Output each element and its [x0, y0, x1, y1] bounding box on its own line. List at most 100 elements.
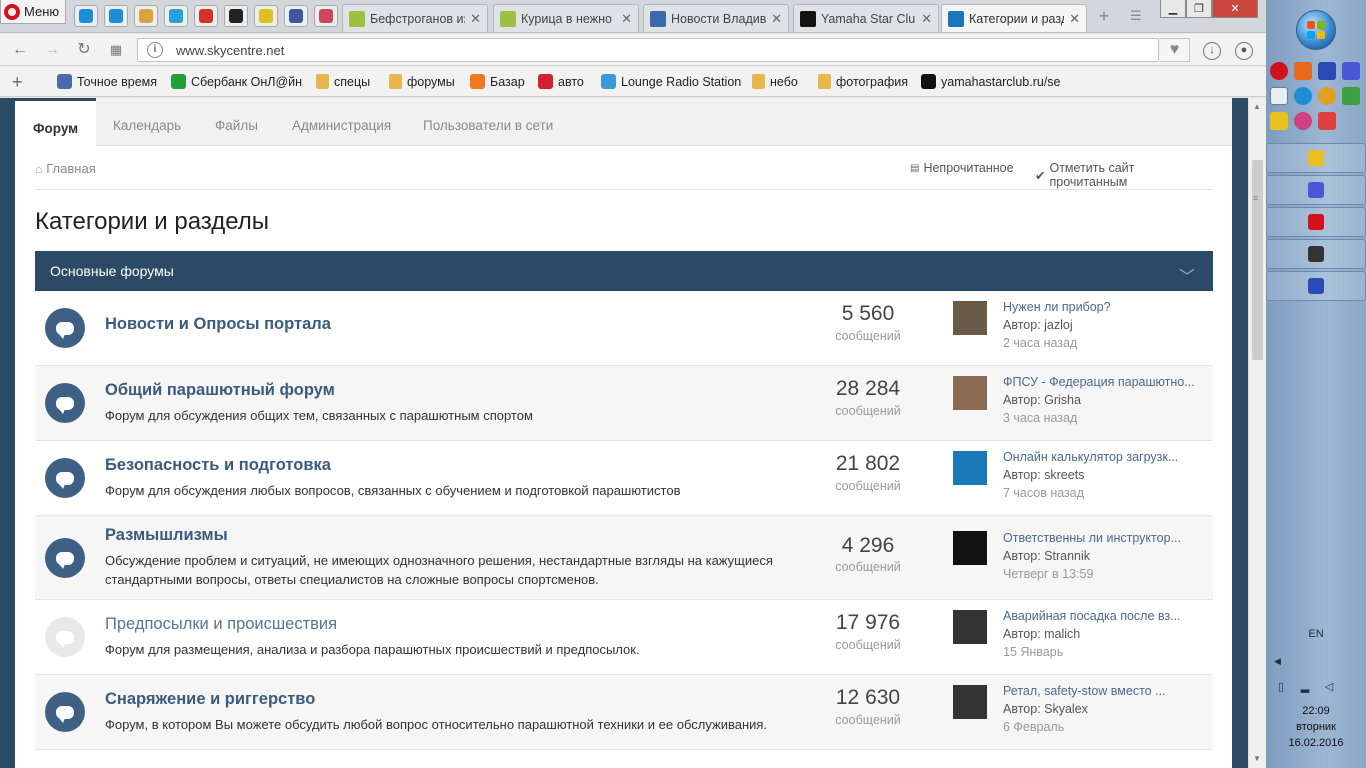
document-icon[interactable]	[1270, 87, 1288, 105]
browser-tab[interactable]: Курица в нежно ✕	[493, 4, 639, 32]
close-window-button[interactable]: ✕	[1212, 0, 1258, 18]
collapse-chevron-icon[interactable]: ﹀	[1179, 263, 1195, 287]
folder-icon[interactable]	[1270, 112, 1288, 130]
forum-title-link[interactable]: Размышлизмы	[105, 526, 228, 545]
tab-close-icon[interactable]: ✕	[621, 11, 632, 27]
breadcrumb[interactable]: ⌂ Главная	[35, 161, 96, 176]
forum-title-link[interactable]: Общий парашютный форум	[105, 381, 335, 400]
scroll-up-arrow[interactable]: ▲	[1253, 102, 1261, 111]
taskbar-app-button[interactable]	[1266, 271, 1366, 301]
nav-administration[interactable]: Администрация	[292, 118, 391, 133]
mark-read-link[interactable]: ✔ Отметить сайт прочитанным	[1035, 161, 1213, 189]
app-icon[interactable]	[1294, 62, 1312, 80]
account-icon[interactable]: ●	[1235, 42, 1253, 60]
skype-icon[interactable]	[1294, 87, 1312, 105]
taskbar-app-button[interactable]	[1266, 207, 1366, 237]
address-field[interactable]: i www.skycentre.net	[137, 38, 1159, 62]
speed-dial-tab[interactable]	[194, 5, 218, 27]
breadcrumb-home[interactable]: Главная	[46, 161, 95, 176]
battery-icon[interactable]: ▯	[1274, 680, 1288, 694]
scrollbar-thumb[interactable]	[1252, 160, 1263, 360]
bookmark-heart-icon[interactable]: ♥	[1160, 38, 1190, 62]
nav-forum[interactable]: Форум	[15, 98, 97, 146]
tab-close-icon[interactable]: ✕	[470, 11, 481, 27]
mark-read-label[interactable]: Отметить сайт прочитанным	[1049, 161, 1213, 189]
start-button[interactable]	[1296, 10, 1336, 50]
last-post-author[interactable]: Автор: Strannik	[1003, 549, 1090, 563]
last-post-title-link[interactable]: Ретал, safety-stow вместо ...	[1003, 684, 1203, 698]
site-info-icon[interactable]: i	[147, 42, 163, 58]
last-post-author[interactable]: Автор: Skyalex	[1003, 702, 1088, 716]
download-icon[interactable]: ↓	[1203, 42, 1221, 60]
new-tab-button[interactable]: +	[1096, 7, 1112, 25]
avatar[interactable]	[953, 531, 987, 565]
avatar[interactable]	[953, 301, 987, 335]
forum-title-link[interactable]: Предпосылки и происшествия	[105, 615, 337, 634]
taskbar-app-button[interactable]	[1266, 143, 1366, 173]
maximize-button[interactable]: ❐	[1186, 0, 1212, 18]
bookmark-item[interactable]: yamahastarclub.ru/se	[921, 74, 1061, 89]
tab-close-icon[interactable]: ✕	[771, 11, 782, 27]
last-post-title-link[interactable]: Аварийная посадка после вз...	[1003, 609, 1203, 623]
last-post-title-link[interactable]: Онлайн калькулятор загрузк...	[1003, 450, 1203, 464]
bookmark-item[interactable]: Точное время	[57, 74, 157, 89]
opera-menu-button[interactable]: Меню	[0, 0, 66, 24]
back-button[interactable]: ←	[10, 40, 30, 60]
forward-button[interactable]: →	[42, 40, 62, 60]
bookmark-folder[interactable]: небо	[752, 74, 798, 89]
unread-link[interactable]: ▤ Непрочитанное	[910, 161, 1014, 175]
browser-tab[interactable]: Бефстроганов из ✕	[342, 4, 488, 32]
speed-dial-tab[interactable]	[104, 5, 128, 27]
browser-tab[interactable]: Категории и разд ✕	[941, 4, 1087, 32]
browser-tab[interactable]: Новости Владиво ✕	[643, 4, 789, 32]
speed-dial-tab[interactable]	[254, 5, 278, 27]
tab-close-icon[interactable]: ✕	[921, 11, 932, 27]
avatar[interactable]	[953, 610, 987, 644]
bookmark-item[interactable]: авто	[538, 74, 584, 89]
forum-title-link[interactable]: Новости и Опросы портала	[105, 315, 331, 334]
last-post-author[interactable]: Автор: malich	[1003, 627, 1080, 641]
nav-files[interactable]: Файлы	[215, 118, 258, 133]
last-post-title-link[interactable]: Нужен ли прибор?	[1003, 300, 1203, 314]
language-indicator[interactable]: EN	[1266, 628, 1366, 640]
page-scrollbar[interactable]: ▲ ≡ ▼	[1248, 98, 1266, 768]
unread-label[interactable]: Непрочитанное	[923, 161, 1013, 175]
system-clock[interactable]: 22:09 вторник 16.02.2016	[1266, 703, 1366, 751]
speed-dial-tab[interactable]	[74, 5, 98, 27]
speed-dial-tab[interactable]	[284, 5, 308, 27]
torrent-icon[interactable]	[1342, 87, 1360, 105]
last-post-author[interactable]: Автор: Grisha	[1003, 393, 1081, 407]
last-post-title-link[interactable]: ФПСУ - Федерация парашютно...	[1003, 375, 1203, 389]
avatar[interactable]	[953, 451, 987, 485]
avatar[interactable]	[953, 376, 987, 410]
last-post-title-link[interactable]: Ответственны ли инструктор...	[1003, 531, 1203, 545]
dropbox-like-icon[interactable]	[1342, 62, 1360, 80]
bookmark-folder[interactable]: фотография	[818, 74, 908, 89]
url-text[interactable]: www.skycentre.net	[176, 43, 284, 58]
last-post-author[interactable]: Автор: skreets	[1003, 468, 1084, 482]
forum-title-link[interactable]: Безопасность и подготовка	[105, 456, 331, 475]
taskbar-app-button[interactable]	[1266, 175, 1366, 205]
tab-menu-icon[interactable]: ☰	[1130, 8, 1142, 24]
bookmark-item[interactable]: Сбербанк ОнЛ@йн	[171, 74, 302, 89]
add-bookmark-button[interactable]: +	[12, 72, 23, 93]
volume-icon[interactable]: ◁	[1322, 680, 1336, 694]
bookmark-item[interactable]: Базар	[470, 74, 525, 89]
last-post-author[interactable]: Автор: jazloj	[1003, 318, 1073, 332]
opera-icon[interactable]	[1270, 62, 1288, 80]
utility-icon[interactable]	[1318, 87, 1336, 105]
bookmark-item[interactable]: Lounge Radio Station	[601, 74, 741, 89]
speed-dial-tab[interactable]	[314, 5, 338, 27]
taskbar-app-button[interactable]	[1266, 239, 1366, 269]
scroll-down-arrow[interactable]: ▼	[1253, 754, 1261, 763]
tool-icon[interactable]	[1318, 112, 1336, 130]
minimize-button[interactable]: ▁	[1160, 0, 1186, 18]
speed-dial-grid-icon[interactable]: ▦	[106, 40, 126, 60]
nav-online-users[interactable]: Пользователи в сети	[423, 118, 553, 133]
bookmark-folder[interactable]: спецы	[316, 74, 370, 89]
media-icon[interactable]	[1294, 112, 1312, 130]
reload-button[interactable]: ↻	[74, 40, 94, 60]
browser-tab[interactable]: Yamaha Star Club ✕	[793, 4, 939, 32]
tray-expand-icon[interactable]: ◀	[1274, 656, 1281, 667]
speed-dial-tab[interactable]	[224, 5, 248, 27]
